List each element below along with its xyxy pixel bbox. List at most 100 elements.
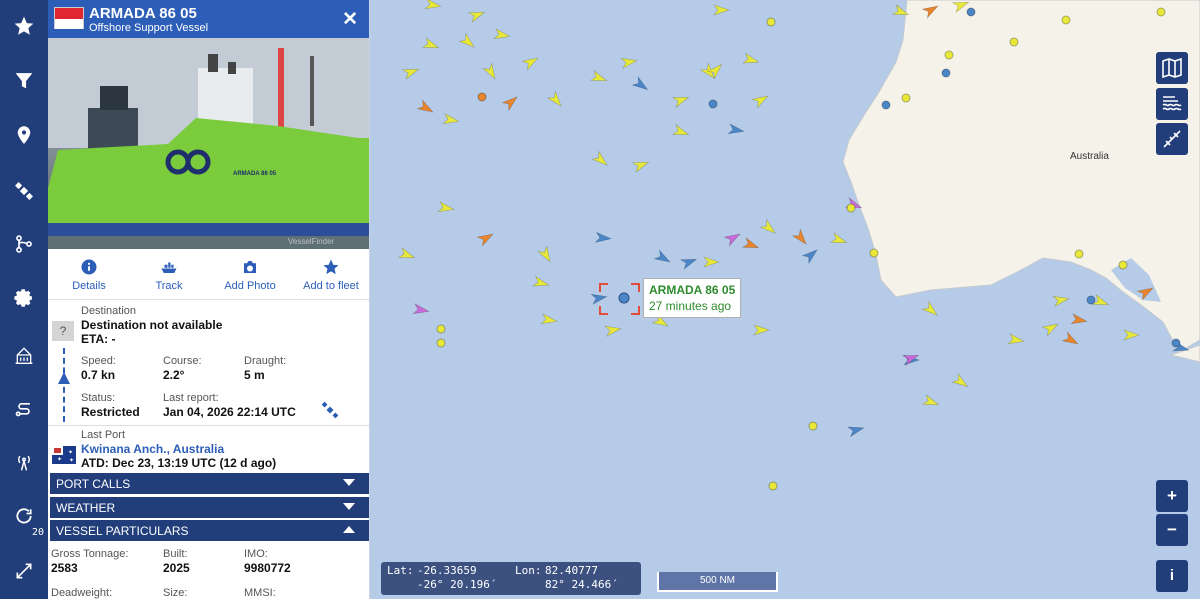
vessel-marker[interactable] — [437, 201, 455, 214]
vessel-marker[interactable] — [791, 228, 810, 247]
vessel-marker[interactable] — [631, 75, 650, 94]
vessel-marker[interactable] — [416, 99, 435, 116]
routes-icon[interactable] — [0, 388, 48, 428]
ship-map[interactable]: Australia ARMADA 86 05 27 minutes ago + … — [371, 0, 1200, 599]
vessel-marker[interactable] — [467, 8, 487, 23]
vessel-marker[interactable] — [501, 93, 520, 112]
zoom-in-button[interactable]: + — [1156, 480, 1188, 512]
vessel-map-tooltip[interactable]: ARMADA 86 05 27 minutes ago — [643, 278, 741, 318]
vessel-marker[interactable] — [759, 218, 778, 237]
vessel-marker[interactable] — [424, 0, 442, 11]
vessel-marker[interactable] — [713, 4, 730, 16]
vessel-marker[interactable] — [397, 247, 417, 263]
vessel-marker[interactable] — [846, 423, 865, 438]
vessel-marker[interactable] — [442, 113, 460, 126]
vessel-marker[interactable] — [531, 275, 550, 290]
vessel-marker[interactable] — [727, 123, 745, 136]
vessel-marker[interactable] — [829, 232, 849, 248]
moored-vessel-marker[interactable] — [477, 92, 487, 102]
last-port-link[interactable]: Kwinana Anch., Australia — [81, 442, 224, 456]
vessel-marker[interactable] — [537, 245, 554, 264]
moored-vessel-marker[interactable] — [436, 338, 446, 348]
antenna-icon[interactable] — [0, 442, 48, 482]
vessel-marker[interactable] — [751, 92, 770, 109]
vessel-photo[interactable]: ARMADA 86 05 VesselFinder — [48, 38, 369, 249]
add-to-fleet-button[interactable]: Add to fleet — [291, 255, 369, 292]
moored-vessel-marker[interactable] — [1171, 338, 1181, 348]
vessel-marker[interactable] — [421, 37, 441, 53]
moored-vessel-marker[interactable] — [768, 481, 778, 491]
moored-vessel-marker[interactable] — [941, 68, 951, 78]
vessel-marker[interactable] — [1070, 313, 1088, 326]
vessel-marker[interactable] — [458, 32, 477, 51]
moored-vessel-marker[interactable] — [966, 7, 976, 17]
vessel-marker[interactable] — [703, 256, 720, 268]
close-icon[interactable]: ✕ — [342, 8, 358, 31]
vessel-marker[interactable] — [671, 93, 691, 108]
satellite-icon[interactable] — [0, 171, 48, 211]
track-button[interactable]: Track — [129, 255, 209, 292]
moored-vessel-marker[interactable] — [1061, 15, 1071, 25]
moored-vessel-marker[interactable] — [846, 203, 856, 213]
moored-vessel-marker[interactable] — [766, 17, 776, 27]
moored-vessel-marker[interactable] — [1009, 37, 1019, 47]
vessel-marker[interactable] — [1061, 331, 1080, 348]
moored-vessel-marker[interactable] — [1074, 249, 1084, 259]
vessel-marker[interactable] — [1041, 320, 1060, 337]
zoom-out-button[interactable]: − — [1156, 514, 1188, 546]
vessel-marker[interactable] — [921, 300, 940, 319]
vessel-marker[interactable] — [476, 230, 495, 247]
vessel-marker[interactable] — [412, 303, 430, 316]
vessel-marker[interactable] — [540, 313, 558, 326]
vessel-marker[interactable] — [493, 28, 511, 41]
vessel-marker[interactable] — [546, 90, 565, 109]
vessel-marker[interactable] — [753, 324, 770, 336]
details-button[interactable]: Details — [49, 255, 129, 292]
map-info-button[interactable]: i — [1156, 560, 1188, 592]
map-layers-icon[interactable] — [1156, 52, 1188, 84]
vessel-marker[interactable] — [1052, 294, 1070, 307]
settings-gear-icon[interactable] — [0, 278, 48, 318]
moored-vessel-marker[interactable] — [436, 324, 446, 334]
route-graph-icon[interactable] — [0, 224, 48, 264]
moored-vessel-marker[interactable] — [1086, 295, 1096, 305]
vessel-marker[interactable] — [591, 150, 610, 169]
vessel-marker[interactable] — [521, 54, 540, 71]
vessel-marker[interactable] — [482, 62, 499, 81]
vessel-marker[interactable] — [801, 246, 820, 265]
moored-vessel-marker[interactable] — [1118, 260, 1128, 270]
vessel-marker[interactable] — [594, 231, 612, 243]
vessel-marker[interactable] — [921, 394, 941, 410]
moored-vessel-marker[interactable] — [881, 100, 891, 110]
measure-distance-icon[interactable] — [1156, 123, 1188, 155]
vessel-marker[interactable] — [741, 52, 760, 67]
vessel-marker[interactable] — [951, 372, 970, 391]
vessel-particulars-section[interactable]: VESSEL PARTICULARS — [50, 520, 369, 541]
filter-icon[interactable] — [0, 61, 48, 101]
vessel-marker[interactable] — [589, 70, 609, 86]
vessel-marker[interactable] — [679, 255, 699, 270]
port-crane-icon[interactable] — [0, 335, 48, 375]
location-pin-icon[interactable] — [0, 115, 48, 155]
vessel-marker[interactable] — [631, 158, 651, 173]
vessel-marker[interactable] — [604, 324, 622, 337]
vessel-marker[interactable] — [741, 237, 761, 253]
vessel-marker[interactable] — [401, 65, 421, 80]
vessel-marker[interactable] — [723, 230, 742, 247]
moored-vessel-marker[interactable] — [901, 93, 911, 103]
vessel-marker[interactable] — [671, 124, 691, 140]
vessel-marker[interactable] — [620, 56, 638, 69]
port-calls-section[interactable]: PORT CALLS — [50, 473, 369, 494]
weather-section[interactable]: WEATHER — [50, 497, 369, 518]
weather-waves-icon[interactable] — [1156, 88, 1188, 120]
vessel-marker[interactable] — [1123, 329, 1140, 341]
vessel-marker[interactable] — [1091, 294, 1111, 310]
moored-vessel-marker[interactable] — [944, 50, 954, 60]
add-photo-button[interactable]: Add Photo — [210, 255, 290, 292]
favorites-star-icon[interactable] — [0, 6, 48, 46]
moored-vessel-marker[interactable] — [869, 248, 879, 258]
vessel-marker[interactable] — [653, 249, 672, 266]
expand-icon[interactable] — [0, 551, 48, 591]
vessel-marker[interactable] — [590, 292, 608, 305]
moored-vessel-marker[interactable] — [708, 99, 718, 109]
